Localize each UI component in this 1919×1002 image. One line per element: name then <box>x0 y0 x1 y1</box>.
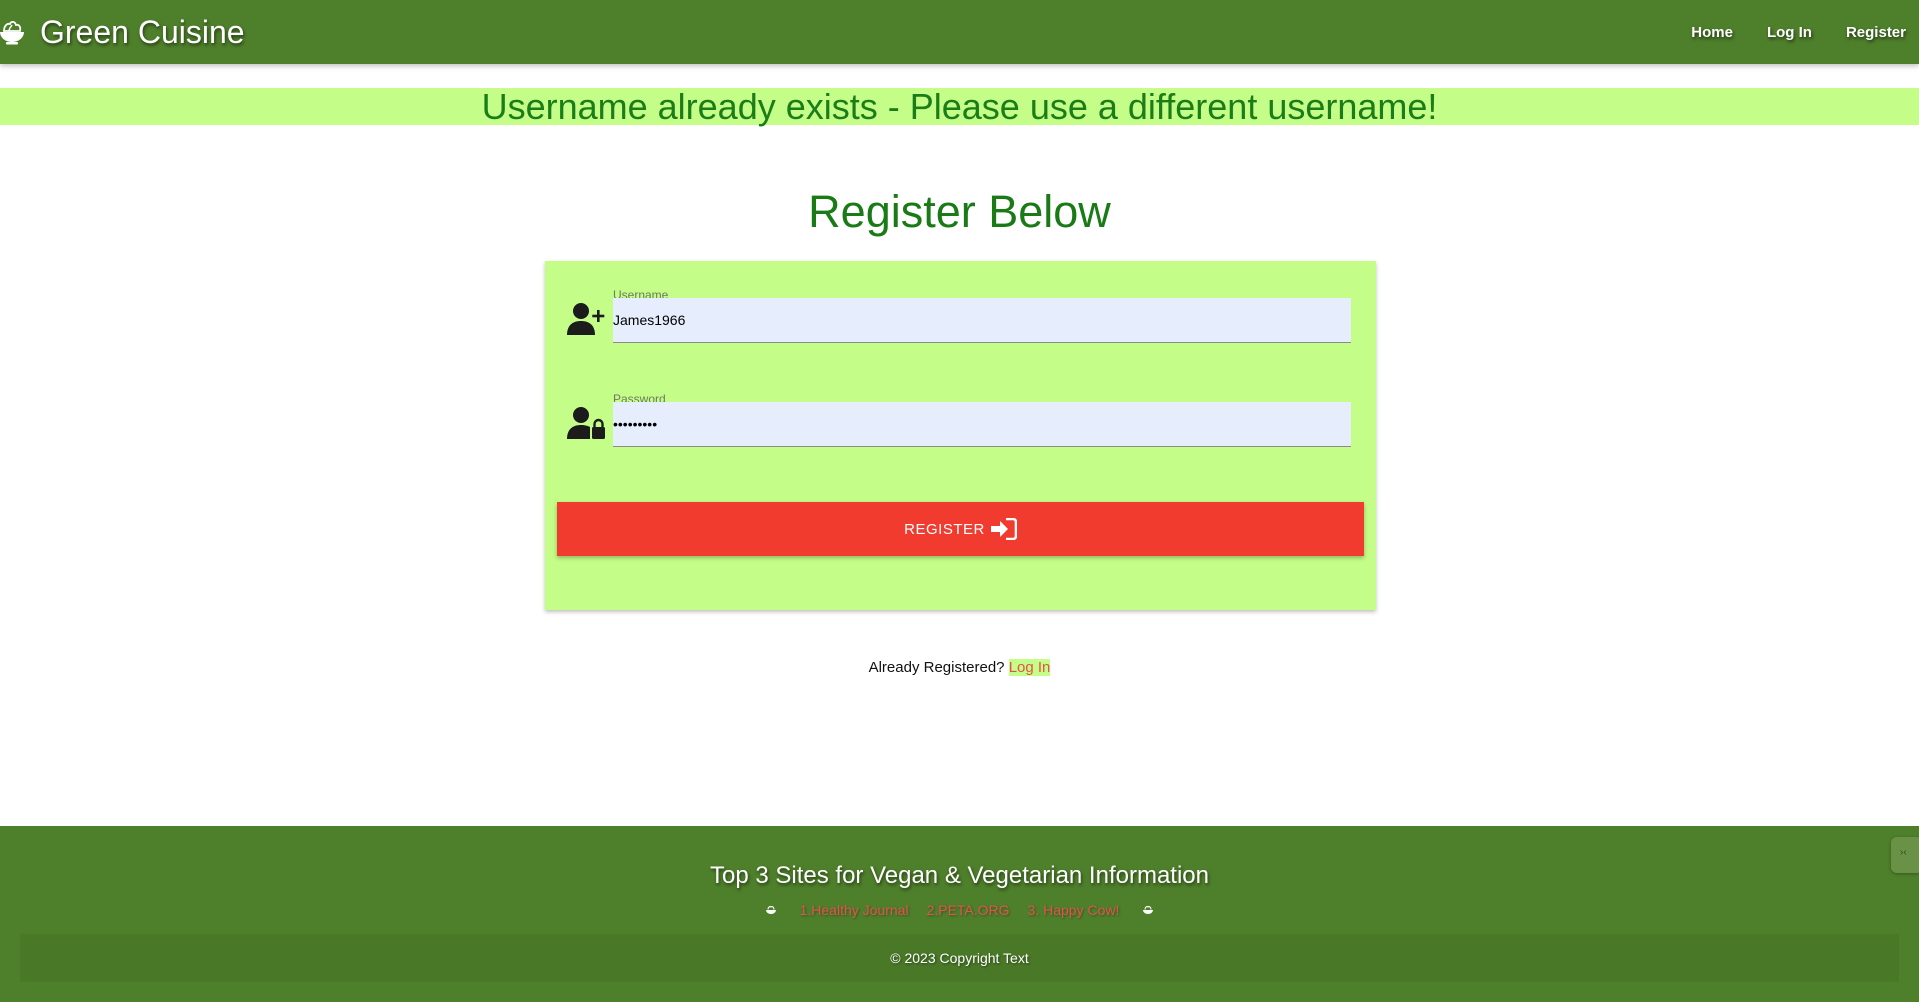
salad-bowl-icon <box>765 906 776 914</box>
username-field[interactable] <box>613 298 1351 343</box>
salad-bowl-icon <box>1143 906 1154 914</box>
copyright: © 2023 Copyright Text <box>20 934 1899 982</box>
brand-logo-link[interactable]: Green Cuisine <box>0 0 245 64</box>
brand-name: Green Cuisine <box>40 13 245 50</box>
password-field[interactable] <box>613 402 1351 447</box>
footer-link-happy-cow[interactable]: 3. Happy Cow! <box>1028 902 1120 918</box>
error-alert: Username already exists - Please use a d… <box>0 88 1919 125</box>
register-button-label: REGISTER <box>904 520 985 538</box>
login-link[interactable]: Log In <box>1008 659 1051 676</box>
salad-bowl-icon <box>0 20 24 45</box>
sign-in-icon <box>990 518 1017 540</box>
nav-links: Home Log In Register <box>1657 0 1906 64</box>
side-widget-icon: ›‹ <box>1900 847 1907 858</box>
navbar: Green Cuisine Home Log In Register <box>0 0 1919 64</box>
user-lock-icon <box>567 407 605 439</box>
page-title: Register Below <box>808 186 1111 237</box>
login-prompt: Already Registered? Log In <box>0 659 1919 676</box>
footer-title: Top 3 Sites for Vegan & Vegetarian Infor… <box>710 862 1209 889</box>
footer: Top 3 Sites for Vegan & Vegetarian Infor… <box>0 826 1919 1002</box>
login-prompt-text: Already Registered? <box>868 659 1005 676</box>
footer-link-healthy-journal[interactable]: 1.Healthy Journal <box>800 902 909 918</box>
register-button[interactable]: REGISTER <box>557 502 1364 556</box>
nav-home-link[interactable]: Home <box>1691 24 1733 41</box>
side-widget-tab[interactable]: ›‹ <box>1891 837 1919 873</box>
nav-login-link[interactable]: Log In <box>1767 24 1812 41</box>
footer-link-peta[interactable]: 2.PETA.ORG <box>927 902 1010 918</box>
footer-links: 1.Healthy Journal 2.PETA.ORG 3. Happy Co… <box>0 902 1919 918</box>
user-plus-icon <box>567 303 605 335</box>
nav-register-link[interactable]: Register <box>1846 24 1906 41</box>
register-form: Username Password REGISTER <box>545 261 1376 610</box>
